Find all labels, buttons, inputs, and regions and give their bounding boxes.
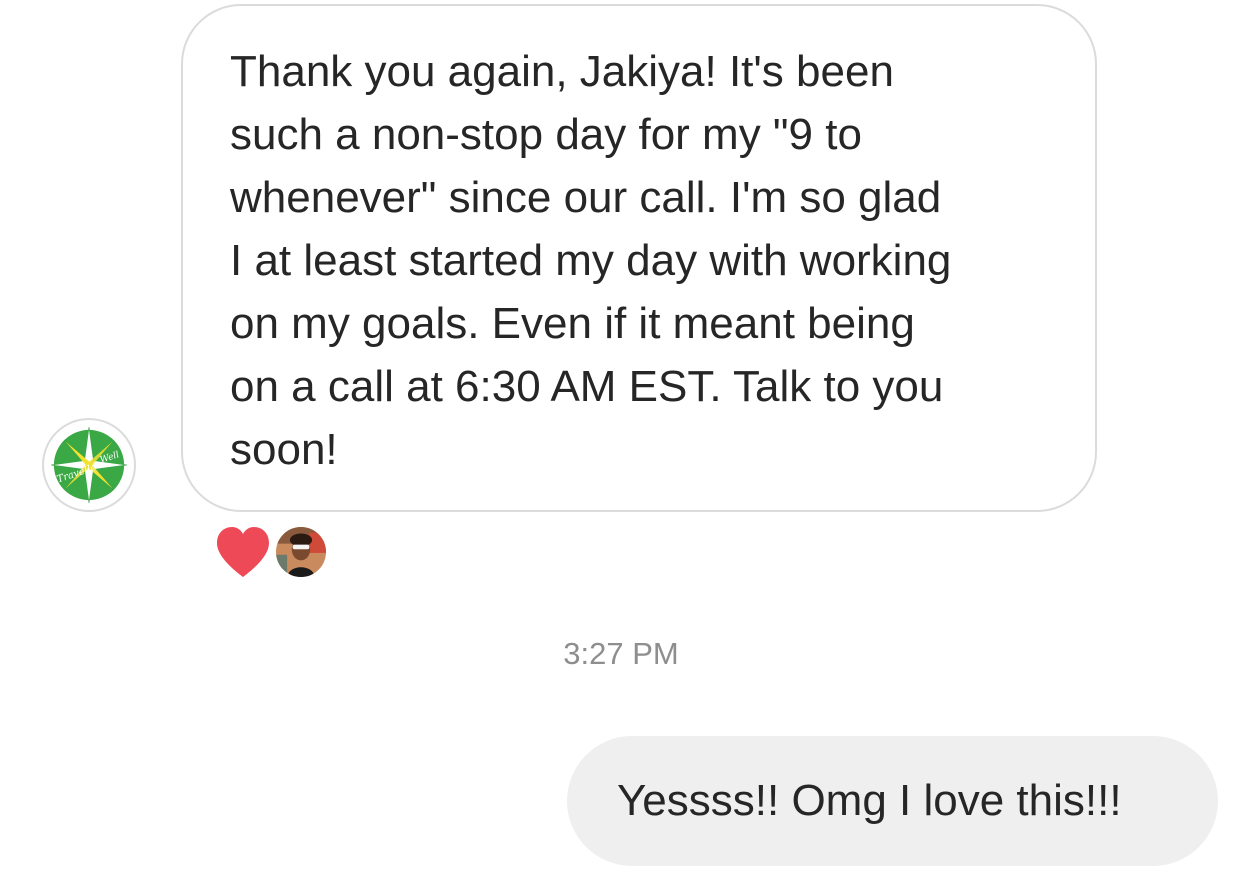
user-photo-icon [276, 527, 326, 577]
incoming-message-bubble[interactable]: Thank you again, Jakiya! It's been such … [181, 4, 1097, 512]
incoming-message-text: Thank you again, Jakiya! It's been such … [230, 47, 952, 474]
reactor-avatar[interactable] [274, 525, 328, 579]
outgoing-message-text: Yessss!! Omg I love this!!! [617, 776, 1122, 825]
outgoing-message-bubble[interactable]: Yessss!! Omg I love this!!! [567, 736, 1218, 866]
message-timestamp: 3:27 PM [563, 636, 679, 671]
travelle-well-logo: Travelle Well [51, 427, 127, 503]
sender-avatar[interactable]: Travelle Well [42, 418, 136, 512]
message-reactions[interactable] [214, 524, 328, 580]
heart-icon [217, 527, 269, 577]
